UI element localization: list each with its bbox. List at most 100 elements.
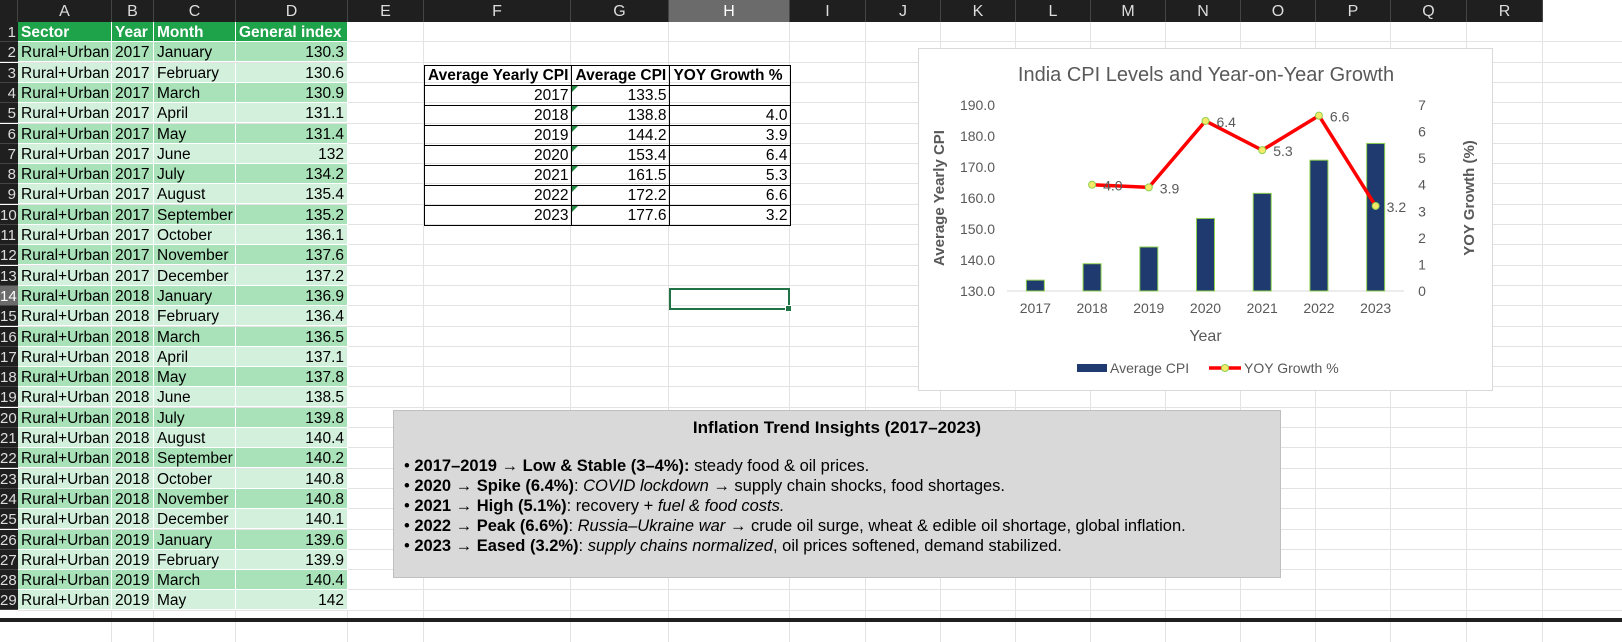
cell-general-index[interactable]: 136.9: [236, 285, 348, 306]
summary-cell[interactable]: 2022: [423, 185, 573, 206]
cell-month[interactable]: April: [154, 346, 236, 367]
cell-month[interactable]: July: [154, 164, 236, 185]
cell-general-index[interactable]: 139.6: [236, 529, 348, 550]
row-header-9[interactable]: 9: [0, 184, 18, 205]
cell-year[interactable]: 2017: [112, 204, 154, 225]
cell-year[interactable]: 2019: [112, 590, 154, 611]
cell-year[interactable]: 2017: [112, 225, 154, 245]
summary-cell[interactable]: 144.2: [571, 125, 671, 146]
cell-general-index[interactable]: 139.8: [236, 407, 348, 428]
cell-sector[interactable]: Rural+Urban: [18, 143, 112, 164]
row-header-29[interactable]: 29: [0, 590, 18, 611]
column-header-e[interactable]: E: [348, 0, 424, 22]
cell-year[interactable]: 2018: [112, 407, 154, 428]
row-header-13[interactable]: 13: [0, 265, 18, 286]
cell-general-index[interactable]: 135.4: [236, 184, 348, 205]
cell-general-index[interactable]: 138.5: [236, 387, 348, 408]
cell-month[interactable]: May: [154, 590, 236, 611]
summary-cell[interactable]: 172.2: [571, 185, 671, 206]
row-header-20[interactable]: 20: [0, 407, 18, 428]
cell-sector[interactable]: Rural+Urban: [18, 387, 112, 408]
summary-cell[interactable]: [669, 85, 792, 106]
row-header-6[interactable]: 6: [0, 123, 18, 144]
summary-cell[interactable]: 2018: [423, 105, 573, 126]
cell-sector[interactable]: Rural+Urban: [18, 529, 112, 550]
row-header-7[interactable]: 7: [0, 143, 18, 164]
row-header-18[interactable]: 18: [0, 367, 18, 388]
cell-sector[interactable]: Rural+Urban: [18, 82, 112, 103]
cell-year[interactable]: 2018: [112, 488, 154, 509]
cell-month[interactable]: January: [154, 285, 236, 306]
cell-year[interactable]: 2017: [112, 103, 154, 124]
cell-sector[interactable]: Rural+Urban: [18, 448, 112, 469]
cell-month[interactable]: February: [154, 549, 236, 570]
row-header-24[interactable]: 24: [0, 488, 18, 509]
cell-month[interactable]: February: [154, 306, 236, 327]
row-header-22[interactable]: 22: [0, 448, 18, 469]
cell-sector[interactable]: Rural+Urban: [18, 42, 112, 63]
column-header-j[interactable]: J: [866, 0, 941, 22]
cell-year[interactable]: 2017: [112, 82, 154, 103]
header-general-index[interactable]: General index: [236, 22, 348, 42]
column-header-l[interactable]: L: [1016, 0, 1091, 22]
cell-month[interactable]: November: [154, 245, 236, 266]
cell-year[interactable]: 2018: [112, 285, 154, 306]
summary-header[interactable]: Average CPI: [571, 65, 671, 86]
row-header-27[interactable]: 27: [0, 549, 18, 570]
cell-month[interactable]: October: [154, 225, 236, 245]
cell-sector[interactable]: Rural+Urban: [18, 306, 112, 327]
cell-sector[interactable]: Rural+Urban: [18, 509, 112, 530]
row-header-4[interactable]: 4: [0, 82, 18, 103]
summary-cell[interactable]: 3.2: [669, 205, 792, 226]
cell-year[interactable]: 2018: [112, 468, 154, 489]
cell-general-index[interactable]: 136.5: [236, 326, 348, 347]
row-header-10[interactable]: 10: [0, 204, 18, 225]
cell-month[interactable]: February: [154, 62, 236, 83]
row-header-12[interactable]: 12: [0, 245, 18, 266]
row-header-26[interactable]: 26: [0, 529, 18, 550]
cell-general-index[interactable]: 130.6: [236, 62, 348, 83]
header-month[interactable]: Month: [154, 22, 236, 42]
cell-year[interactable]: 2018: [112, 428, 154, 448]
summary-header[interactable]: Average Yearly CPI: [423, 65, 573, 86]
cell-year[interactable]: 2018: [112, 509, 154, 530]
cell-sector[interactable]: Rural+Urban: [18, 570, 112, 591]
cell-month[interactable]: March: [154, 82, 236, 103]
cell-sector[interactable]: Rural+Urban: [18, 488, 112, 509]
column-header-r[interactable]: R: [1467, 0, 1543, 22]
cell-general-index[interactable]: 140.8: [236, 488, 348, 509]
cell-sector[interactable]: Rural+Urban: [18, 428, 112, 448]
cell-year[interactable]: 2019: [112, 570, 154, 591]
summary-cell[interactable]: 6.4: [669, 145, 792, 166]
cell-year[interactable]: 2018: [112, 387, 154, 408]
row-header-17[interactable]: 17: [0, 346, 18, 367]
cell-general-index[interactable]: 140.4: [236, 570, 348, 591]
cell-year[interactable]: 2017: [112, 164, 154, 185]
cell-sector[interactable]: Rural+Urban: [18, 245, 112, 266]
cell-year[interactable]: 2018: [112, 367, 154, 388]
cell-month[interactable]: June: [154, 143, 236, 164]
column-header-d[interactable]: D: [236, 0, 348, 22]
cell-year[interactable]: 2017: [112, 184, 154, 205]
row-header-1[interactable]: 1: [0, 22, 18, 42]
cell-month[interactable]: August: [154, 428, 236, 448]
cell-general-index[interactable]: 130.9: [236, 82, 348, 103]
cell-year[interactable]: 2017: [112, 265, 154, 286]
row-header-21[interactable]: 21: [0, 428, 18, 448]
summary-cell[interactable]: 5.3: [669, 165, 792, 186]
row-header-16[interactable]: 16: [0, 326, 18, 347]
selected-cell[interactable]: [669, 288, 792, 312]
cell-sector[interactable]: Rural+Urban: [18, 407, 112, 428]
cell-sector[interactable]: Rural+Urban: [18, 326, 112, 347]
cell-year[interactable]: 2018: [112, 346, 154, 367]
cell-general-index[interactable]: 132: [236, 143, 348, 164]
cell-sector[interactable]: Rural+Urban: [18, 103, 112, 124]
cell-month[interactable]: January: [154, 529, 236, 550]
cell-month[interactable]: September: [154, 204, 236, 225]
column-header-a[interactable]: A: [18, 0, 112, 22]
cell-general-index[interactable]: 137.2: [236, 265, 348, 286]
column-header-p[interactable]: P: [1316, 0, 1391, 22]
column-header-n[interactable]: N: [1166, 0, 1241, 22]
cell-general-index[interactable]: 137.6: [236, 245, 348, 266]
cell-general-index[interactable]: 142: [236, 590, 348, 611]
